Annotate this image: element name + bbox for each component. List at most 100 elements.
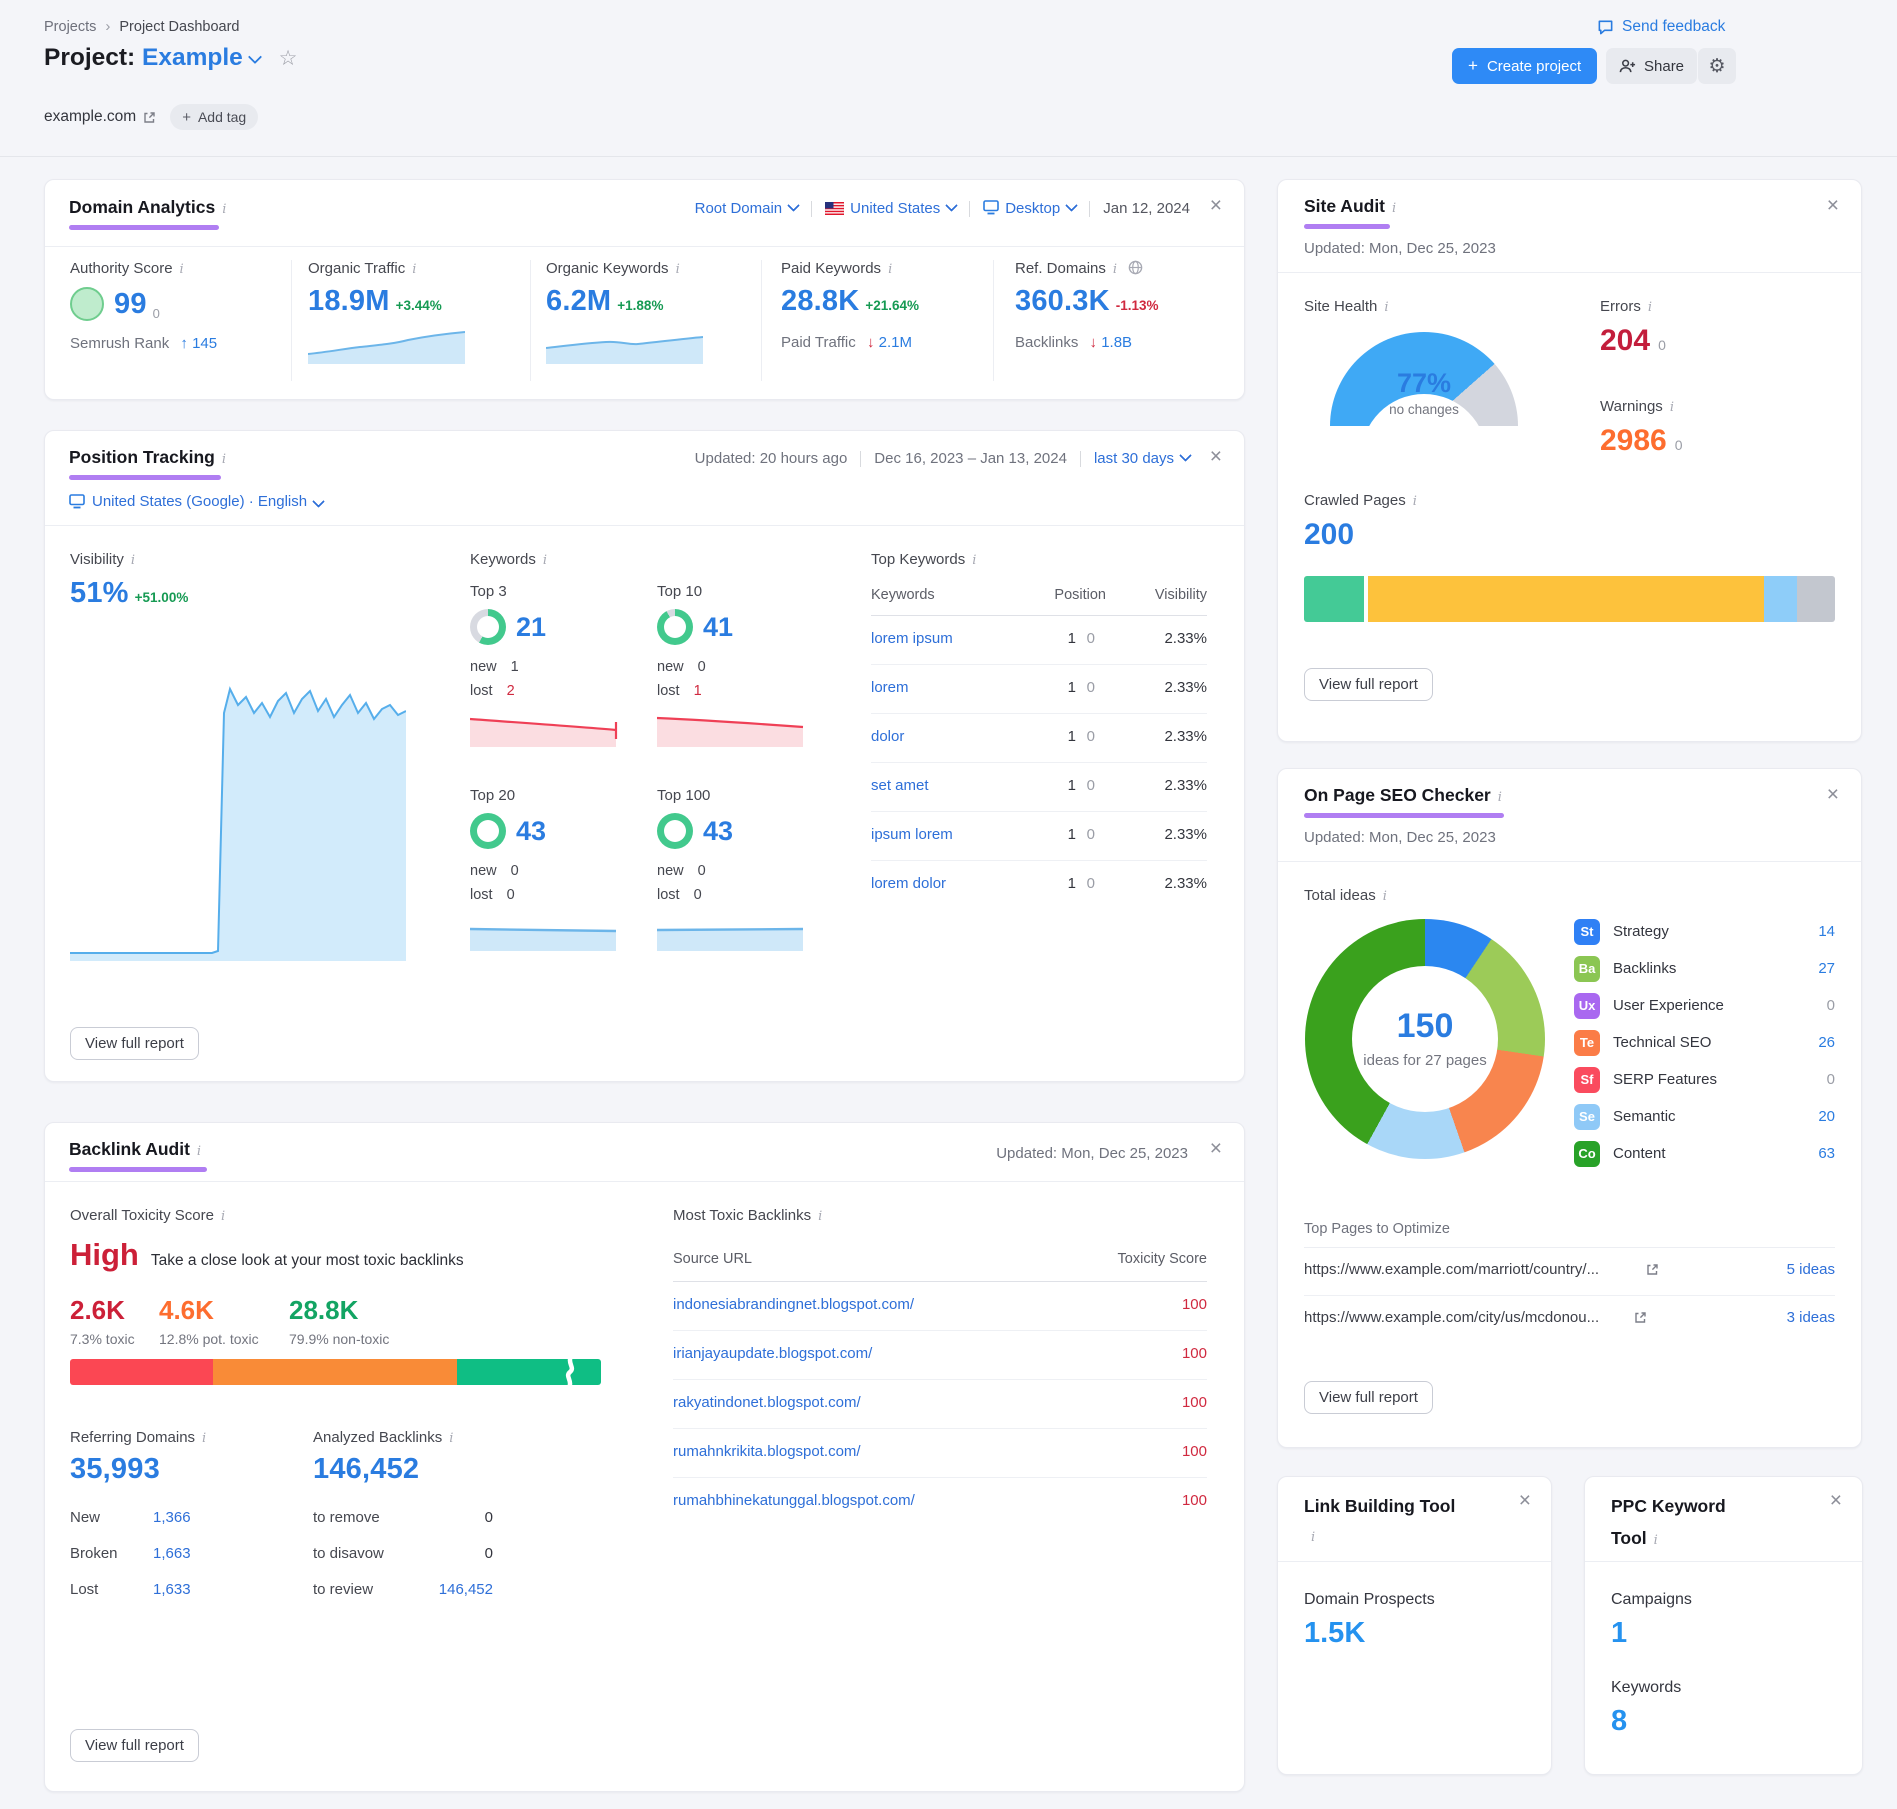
info-icon[interactable] [221,1209,225,1224]
external-link-icon[interactable] [1634,1311,1647,1324]
scope-dropdown[interactable]: Root Domain [695,200,799,217]
top-keywords-title: Top Keywords [871,551,965,568]
to-remove-row: to remove 0 [313,1509,493,1526]
add-tag-button[interactable]: Add tag [170,104,258,130]
keyword-link[interactable]: lorem dolor [871,875,946,892]
ideas-link[interactable]: 5 ideas [1787,1261,1835,1278]
position-tracking-card: Position Tracking Updated: 20 hours ago … [44,430,1245,1082]
toxic-url-link[interactable]: rumahbhinekatunggal.blogspot.com/ [673,1492,915,1509]
crawled-pages-label: Crawled Pages [1304,492,1417,510]
info-icon[interactable] [222,202,226,217]
top100-count: 43 [703,816,733,847]
top-page-row: https://www.example.com/city/us/mcdonou.… [1304,1295,1835,1343]
device-dropdown[interactable]: Desktop [983,200,1076,217]
ideas-link[interactable]: 3 ideas [1787,1309,1835,1326]
info-icon[interactable] [1648,300,1652,315]
view-full-report-button[interactable]: View full report [70,1729,199,1762]
to-disavow-row: to disavow 0 [313,1545,493,1562]
toxicity-stacked-bar [70,1359,601,1385]
create-project-button[interactable]: Create project [1452,48,1597,84]
legend-item-backlinks[interactable]: Ba Backlinks 27 [1574,950,1835,987]
globe-icon[interactable] [1128,260,1143,275]
close-icon[interactable] [1210,1141,1222,1157]
info-icon[interactable] [1498,790,1502,805]
info-icon[interactable] [222,452,226,467]
info-icon[interactable] [543,553,547,568]
legend-item-semantic[interactable]: Se Semantic 20 [1574,1098,1835,1135]
breadcrumb-projects[interactable]: Projects [44,19,96,35]
card-header-divider [1278,1561,1551,1562]
legend-item-content[interactable]: Co Content 63 [1574,1135,1835,1172]
info-icon[interactable] [412,262,416,277]
project-domain-row: example.com Add tag [44,104,258,130]
external-link-icon[interactable] [143,111,156,124]
chevron-down-icon [787,199,800,212]
external-link-icon[interactable] [1646,1263,1659,1276]
keyword-link[interactable]: ipsum lorem [871,826,953,843]
keyword-link[interactable]: lorem [871,679,909,696]
card-title: PPC Keyword Tool [1611,1496,1726,1548]
info-icon[interactable] [1384,300,1388,315]
toxic-url-link[interactable]: rumahnkrikita.blogspot.com/ [673,1443,861,1460]
send-feedback-link[interactable]: Send feedback [1597,18,1725,36]
link-building-header: Link Building Tool [1304,1491,1464,1552]
project-selector[interactable]: Example [142,44,260,71]
keyword-link[interactable]: dolor [871,728,904,745]
info-icon[interactable] [1670,400,1674,415]
semrush-rank-row: Semrush Rank ↑ 145 [70,335,217,352]
share-button[interactable]: Share [1606,48,1697,84]
legend-item-strategy[interactable]: St Strategy 14 [1574,913,1835,950]
period-dropdown[interactable]: last 30 days [1094,450,1190,467]
info-icon[interactable] [1311,1526,1315,1549]
toxic-url-link[interactable]: rakyatindonet.blogspot.com/ [673,1394,861,1411]
locale-selector[interactable]: United States (Google) · English [69,493,323,510]
info-icon[interactable] [449,1431,453,1446]
pot-toxic-count: 4.6K [159,1295,214,1326]
close-icon[interactable] [1827,787,1839,803]
info-icon[interactable] [131,553,135,568]
close-icon[interactable] [1827,198,1839,214]
view-full-report-button[interactable]: View full report [1304,1381,1433,1414]
legend-item-technical-seo[interactable]: Te Technical SEO 26 [1574,1024,1835,1061]
keyword-link[interactable]: set amet [871,777,929,794]
non-toxic-count: 28.8K [289,1295,358,1326]
date-label: Jan 12, 2024 [1103,200,1190,217]
analyzed-backlinks-value: 146,452 [313,1453,419,1486]
info-icon[interactable] [1383,889,1387,904]
column-divider [530,260,531,381]
info-icon[interactable] [972,553,976,568]
close-icon[interactable] [1519,1493,1531,1509]
keywords-value: 8 [1611,1705,1627,1738]
toxicity-score-label: Overall Toxicity Score [70,1207,225,1225]
toxic-url-link[interactable]: indonesiabrandingnet.blogspot.com/ [673,1296,914,1313]
keyword-link[interactable]: lorem ipsum [871,630,953,647]
table-row: lorem dolor 1 0 2.33% [871,860,1207,909]
info-icon[interactable] [197,1144,201,1159]
info-icon[interactable] [202,1431,206,1446]
country-dropdown[interactable]: United States [825,200,956,217]
donut-center-text: 150 ideas for 27 pages [1305,1007,1545,1073]
close-icon[interactable] [1830,1493,1842,1509]
favorite-star-icon[interactable] [279,44,298,71]
info-icon[interactable] [818,1209,822,1224]
crawl-other-segment [1797,576,1835,622]
total-ideas-label: Total ideas [1304,887,1387,905]
info-icon[interactable] [888,262,892,277]
legend-item-user-experience[interactable]: Ux User Experience 0 [1574,987,1835,1024]
settings-gear-button[interactable] [1698,48,1736,84]
info-icon[interactable] [676,262,680,277]
info-icon[interactable] [1392,201,1396,216]
legend-item-serp-features[interactable]: Sf SERP Features 0 [1574,1061,1835,1098]
toxic-url-link[interactable]: irianjayaupdate.blogspot.com/ [673,1345,872,1362]
view-full-report-button[interactable]: View full report [70,1027,199,1060]
desktop-monitor-icon [983,200,999,215]
info-icon[interactable] [1113,262,1117,277]
site-health-value: 77% [1330,368,1518,399]
close-icon[interactable] [1210,198,1222,214]
column-divider [761,260,762,381]
view-full-report-button[interactable]: View full report [1304,668,1433,701]
info-icon[interactable] [1413,494,1417,509]
info-icon[interactable] [180,262,184,277]
close-icon[interactable] [1210,449,1222,465]
info-icon[interactable] [1654,1529,1658,1552]
